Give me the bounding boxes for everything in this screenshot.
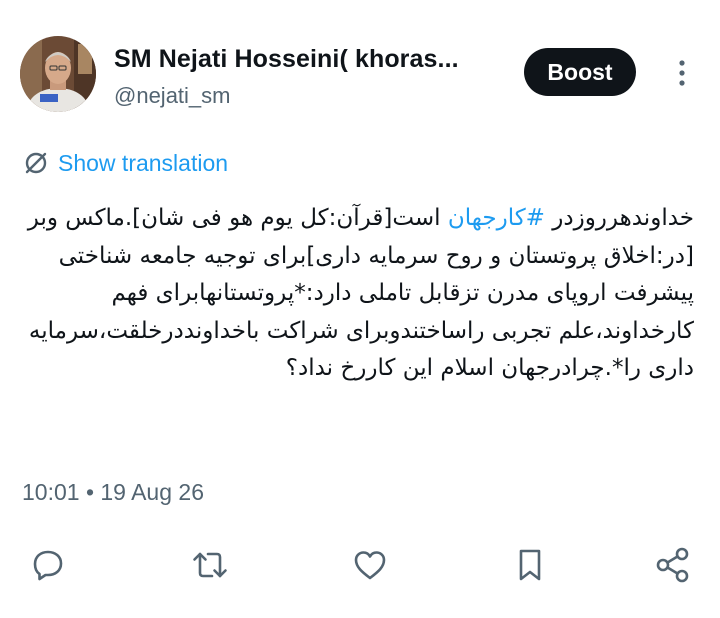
- show-translation-link[interactable]: Show translation: [22, 149, 228, 177]
- tweet-timestamp[interactable]: 10:01 • 19 Aug 26: [22, 479, 204, 506]
- author-display-name[interactable]: SM Nejati Hosseini( khoras...: [114, 45, 459, 74]
- hashtag-link[interactable]: #کارجهان: [448, 205, 545, 231]
- tweet-text: خداوندهرروزدر #کارجهان است[قرآن:کل یوم ه…: [20, 200, 694, 388]
- bookmark-icon[interactable]: [505, 540, 555, 590]
- tweet-text-start: خداوندهرروزدر: [544, 205, 694, 231]
- repost-icon[interactable]: [185, 540, 235, 590]
- more-vertical-icon[interactable]: [672, 58, 692, 88]
- author-handle[interactable]: @nejati_sm: [114, 83, 231, 109]
- avatar[interactable]: [20, 36, 96, 112]
- show-translation-label: Show translation: [58, 149, 229, 176]
- tweet-text-rest: است[قرآن:کل یوم هو فی شان].ماکس وبر [در:…: [27, 205, 694, 381]
- share-icon[interactable]: [648, 540, 698, 590]
- translate-icon: [25, 152, 47, 174]
- reply-icon[interactable]: [23, 540, 73, 590]
- like-icon[interactable]: [345, 540, 395, 590]
- profile-photo: [20, 36, 96, 112]
- boost-button[interactable]: Boost: [524, 48, 636, 96]
- tweet-header: SM Nejati Hosseini( khoras... @nejati_sm…: [20, 36, 700, 112]
- action-bar: [0, 540, 720, 600]
